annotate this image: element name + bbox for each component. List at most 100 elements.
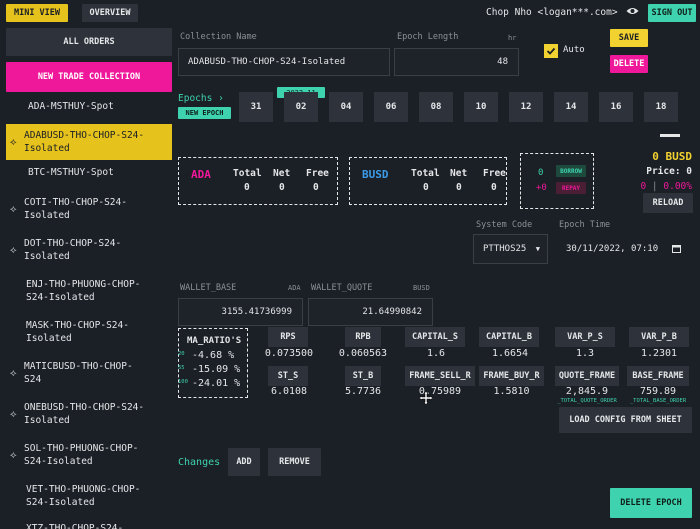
epoch-day-button[interactable]: 06: [374, 92, 408, 122]
epoch-length-label: Epoch Length: [397, 32, 459, 42]
borrow-repay-card: 0 +0 BORROW REPAY: [520, 153, 594, 209]
sidebar-item[interactable]: ⟡ SOL-THO-PHUONG-CHOP- S24-Isolated: [6, 437, 172, 473]
base-symbol: ADA: [191, 168, 211, 181]
user-email: Chop Nho <logan***.com>: [486, 7, 618, 18]
epochs-label: Epochs ›: [178, 93, 224, 104]
caret-down-icon: ▼: [535, 245, 540, 253]
move-cursor-icon: [418, 390, 434, 408]
sidebar-item-label-line1: DOT-THO-CHOP-S24-: [24, 238, 122, 249]
sidebar-item-label-line1: SOL-THO-PHUONG-CHOP-: [24, 443, 139, 454]
repay-button[interactable]: REPAY: [556, 182, 586, 194]
all-orders-button[interactable]: ALL ORDERS: [6, 28, 172, 56]
param-label-button[interactable]: FRAME_BUY_R: [479, 366, 544, 386]
chevron-right-icon[interactable]: ›: [218, 93, 224, 104]
quote-symbol: BUSD: [362, 168, 389, 181]
param-label-button[interactable]: ST_S: [268, 366, 308, 386]
load-config-button[interactable]: LOAD CONFIG FROM SHEET: [559, 407, 692, 433]
sidebar-item-label-line1: XTZ-THO-CHOP-S24-: [26, 522, 124, 529]
sidebar-item-label: ENJ-THO-PHUONG-CHOP- S24-Isolated: [26, 278, 140, 304]
sidebar-item[interactable]: ⟡ COTI-THO-CHOP-S24- Isolated: [6, 191, 172, 227]
epoch-time-label: Epoch Time: [559, 220, 611, 230]
sidebar-item-label-line2: S24-Isolated: [26, 497, 95, 508]
epoch-day-button[interactable]: 14: [554, 92, 588, 122]
epochs-label-text: Epochs: [178, 93, 213, 104]
quote-total-label: Total: [411, 168, 440, 179]
sidebar-item[interactable]: ⟡ DOT-THO-CHOP-S24- Isolated: [6, 232, 172, 268]
sidebar-item[interactable]: ⟡ ONEBUSD-THO-CHOP-S24- Isolated: [6, 396, 172, 432]
epoch-length-input[interactable]: 48: [394, 48, 519, 76]
spark-icon: ⟡: [10, 244, 17, 256]
base-total-label: Total: [233, 168, 262, 179]
quote-free-label: Free: [483, 168, 506, 179]
param-label-button[interactable]: CAPITAL_S: [405, 327, 465, 347]
system-code-select[interactable]: PTTHOS25 ▼: [473, 234, 548, 264]
sidebar-item[interactable]: VET-THO-PHUONG-CHOP- S24-Isolated: [6, 478, 172, 514]
sidebar-item-label: COTI-THO-CHOP-S24- Isolated: [24, 196, 127, 222]
new-trade-collection-button[interactable]: NEW TRADE COLLECTION: [6, 62, 172, 92]
param-value: 1.5810: [493, 386, 530, 397]
auto-checkbox[interactable]: [544, 44, 558, 58]
param-label-button[interactable]: ST_B: [345, 366, 381, 386]
sidebar-item[interactable]: BTC-MSTHUY-Spot: [6, 164, 172, 180]
sidebar-item[interactable]: ADA-MSTHUY-Spot: [6, 98, 172, 114]
calendar-icon[interactable]: [672, 244, 681, 256]
ma-period-tag: 100: [178, 379, 188, 385]
sidebar-item[interactable]: XTZ-THO-CHOP-S24-: [6, 518, 172, 529]
sidebar-item[interactable]: ⟡ ADABUSD-THO-CHOP-S24- Isolated: [6, 124, 172, 160]
quote-free-value: 0: [491, 182, 497, 193]
delete-button[interactable]: DELETE: [610, 55, 648, 73]
borrow-button[interactable]: BORROW: [556, 165, 586, 177]
eye-icon[interactable]: [626, 6, 639, 16]
add-button[interactable]: ADD: [228, 448, 260, 476]
scroll-indicator[interactable]: [660, 134, 680, 137]
ma-ratio-value: -24.01 %: [192, 378, 241, 389]
ma-ratio-title: MA_RATIO'S: [187, 336, 242, 346]
param-value: 1.2301: [640, 348, 678, 359]
collection-name-input[interactable]: ADABUSD-THO-CHOP-S24-Isolated: [178, 48, 390, 76]
param-value: 5.7736: [344, 386, 382, 397]
sidebar-item-label-line2: Isolated: [26, 333, 72, 344]
wallet-quote-input[interactable]: 21.64990842: [308, 298, 433, 326]
changes-label: Changes: [178, 457, 221, 468]
param-label-button[interactable]: CAPITAL_B: [479, 327, 539, 347]
save-button[interactable]: SAVE: [610, 29, 648, 47]
sidebar-item-label-line2: Isolated: [24, 143, 70, 154]
overview-button[interactable]: OVERVIEW: [82, 4, 138, 22]
collection-name-label: Collection Name: [180, 32, 257, 42]
delete-epoch-button[interactable]: DELETE EPOCH: [610, 488, 692, 518]
epoch-day-button[interactable]: 18: [644, 92, 678, 122]
price-value: Price: 0: [646, 166, 692, 177]
sidebar-item[interactable]: MASK-THO-CHOP-S24- Isolated: [6, 314, 172, 350]
new-epoch-button[interactable]: NEW EPOCH: [178, 107, 231, 119]
sidebar-item-label-line1: ADA-MSTHUY-Spot: [28, 100, 114, 112]
epoch-day-button[interactable]: 08: [419, 92, 453, 122]
wallet-base-input[interactable]: 3155.41736999: [178, 298, 303, 326]
mini-view-button[interactable]: MINI VIEW: [6, 4, 68, 22]
quote-total-value: 0: [423, 182, 429, 193]
epoch-time-input[interactable]: 30/11/2022, 07:10: [566, 244, 658, 254]
param-label-button[interactable]: FRAME_SELL_R: [405, 366, 475, 386]
sidebar-item[interactable]: ENJ-THO-PHUONG-CHOP- S24-Isolated: [6, 273, 172, 309]
epoch-day-button[interactable]: 04: [329, 92, 363, 122]
spark-icon: ⟡: [10, 367, 17, 379]
sign-out-button[interactable]: SIGN OUT: [648, 4, 696, 22]
spark-icon: ⟡: [10, 408, 17, 420]
param-label-button[interactable]: VAR_P_B: [629, 327, 689, 347]
remove-button[interactable]: REMOVE: [268, 448, 321, 476]
reload-button[interactable]: RELOAD: [643, 193, 693, 213]
param-label-button[interactable]: QUOTE_FRAME: [555, 366, 619, 386]
sidebar-item[interactable]: ⟡ MATICBUSD-THO-CHOP- S24: [6, 355, 172, 391]
epoch-day-button[interactable]: 12: [509, 92, 543, 122]
epoch-day-button[interactable]: 31: [239, 92, 273, 122]
param-label-button[interactable]: RPS: [268, 327, 308, 347]
epoch-day-button[interactable]: 10: [464, 92, 498, 122]
epoch-day-button[interactable]: 16: [599, 92, 633, 122]
param-label-button[interactable]: BASE_FRAME: [627, 366, 689, 386]
param-label-button[interactable]: RPB: [345, 327, 381, 347]
system-code-value: PTTHOS25: [483, 244, 527, 254]
base-net-value: 0: [279, 182, 285, 193]
base-free-label: Free: [306, 168, 329, 179]
sidebar-item-label: SOL-THO-PHUONG-CHOP- S24-Isolated: [24, 442, 138, 468]
param-label-button[interactable]: VAR_P_S: [555, 327, 615, 347]
epoch-day-button[interactable]: 02: [284, 92, 318, 122]
